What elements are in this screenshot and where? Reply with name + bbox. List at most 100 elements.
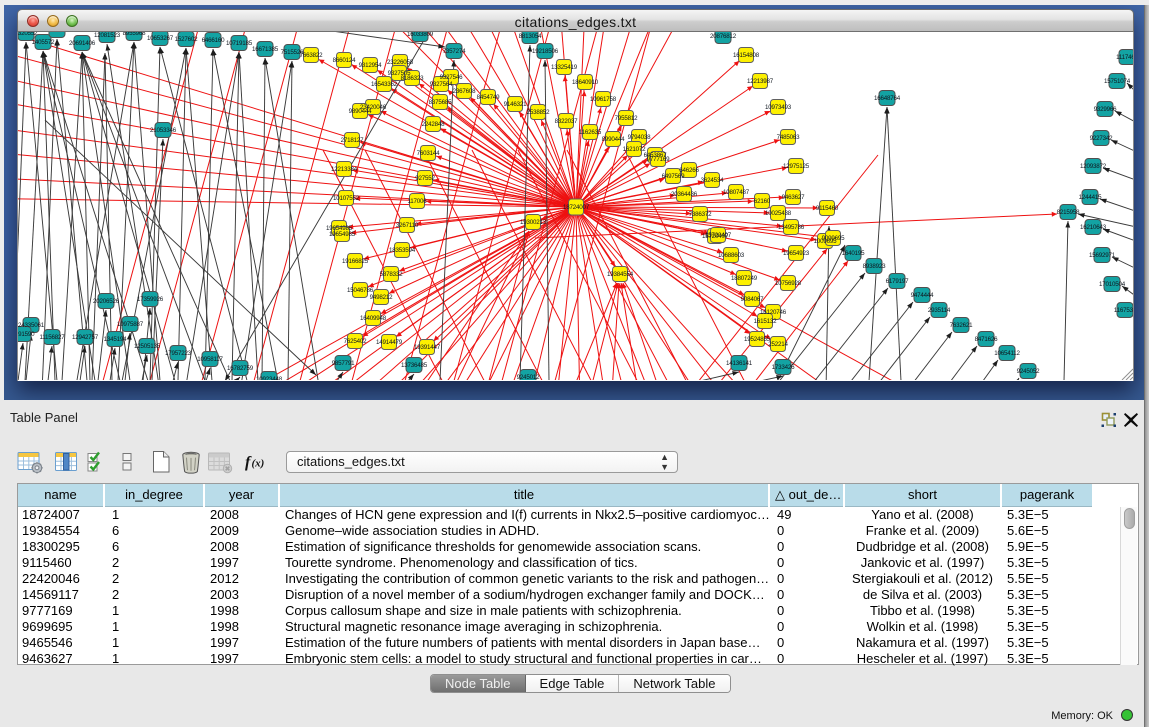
svg-text:8375685: 8375685 <box>429 99 452 106</box>
svg-text:9312954: 9312954 <box>359 62 382 69</box>
svg-text:8660124: 8660124 <box>333 57 356 64</box>
svg-text:7625402: 7625402 <box>344 338 367 345</box>
svg-text:3624534: 3624534 <box>701 177 724 184</box>
svg-text:20691406: 20691406 <box>69 40 96 47</box>
svg-text:17359926: 17359926 <box>137 296 164 303</box>
svg-text:10923448: 10923448 <box>256 376 283 380</box>
svg-text:16671385: 16671385 <box>252 46 279 53</box>
svg-text:7357274: 7357274 <box>443 48 466 55</box>
svg-text:23226058: 23226058 <box>387 59 414 66</box>
svg-text:12942757: 12942757 <box>72 334 99 341</box>
svg-text:15751074: 15751074 <box>1104 78 1131 85</box>
svg-text:2538852: 2538852 <box>527 109 550 116</box>
svg-text:927552: 927552 <box>415 175 435 182</box>
svg-text:8186323: 8186323 <box>401 75 424 82</box>
svg-text:12213384: 12213384 <box>331 166 358 173</box>
svg-text:10961758: 10961758 <box>590 96 617 103</box>
svg-text:8322037: 8322037 <box>555 118 578 125</box>
svg-text:7632621: 7632621 <box>950 322 973 329</box>
svg-text:9937140: 9937140 <box>46 32 69 34</box>
svg-text:7485063: 7485063 <box>777 134 800 141</box>
svg-text:7515526: 7515526 <box>281 49 304 56</box>
svg-text:9498212: 9498212 <box>370 294 393 301</box>
svg-text:18640910: 18640910 <box>572 79 599 86</box>
svg-text:12213987: 12213987 <box>747 78 774 85</box>
svg-text:8955968: 8955968 <box>123 32 146 37</box>
svg-text:16543362: 16543362 <box>371 81 398 88</box>
svg-text:19384554: 19384554 <box>607 271 634 278</box>
svg-text:19166825: 19166825 <box>342 258 369 265</box>
svg-text:15046786: 15046786 <box>347 287 374 294</box>
svg-text:1615132: 1615132 <box>754 318 777 325</box>
svg-text:8938923: 8938923 <box>863 263 886 270</box>
svg-text:19654923: 19654923 <box>783 250 810 257</box>
svg-text:18353594: 18353594 <box>389 247 416 254</box>
svg-text:20206526: 20206526 <box>93 298 120 305</box>
svg-text:10688603: 10688603 <box>718 252 745 259</box>
svg-text:12081523: 12081523 <box>94 32 121 39</box>
svg-text:1621072: 1621072 <box>623 146 646 153</box>
svg-text:1345194: 1345194 <box>104 336 127 343</box>
svg-text:21053346: 21053346 <box>150 127 177 134</box>
svg-text:18724007: 18724007 <box>563 204 590 211</box>
svg-text:1162635: 1162635 <box>579 129 602 136</box>
svg-text:17010504: 17010504 <box>1099 281 1126 288</box>
svg-text:9794038: 9794038 <box>628 134 651 141</box>
svg-text:10653267: 10653267 <box>147 35 174 42</box>
svg-text:9890444: 9890444 <box>349 108 372 115</box>
svg-text:13495786: 13495786 <box>778 224 805 231</box>
svg-text:11156827: 11156827 <box>39 334 65 341</box>
svg-text:9329966: 9329966 <box>1094 106 1117 113</box>
svg-text:62160: 62160 <box>754 198 771 205</box>
svg-text:12975125: 12975125 <box>783 163 810 170</box>
svg-text:14914479: 14914479 <box>376 339 403 346</box>
svg-text:117006: 117006 <box>408 198 428 205</box>
svg-text:10025438: 10025438 <box>765 210 792 217</box>
svg-text:14136141: 14136141 <box>726 360 753 367</box>
svg-text:16154808: 16154808 <box>733 52 760 59</box>
svg-text:10973493: 10973493 <box>765 104 792 111</box>
svg-text:19391447: 19391447 <box>414 344 441 351</box>
svg-text:16033809: 16033809 <box>407 32 434 38</box>
svg-text:15720407: 15720407 <box>705 232 732 239</box>
svg-text:16409948: 16409948 <box>360 315 387 322</box>
svg-text:9857791: 9857791 <box>332 360 355 367</box>
svg-text:18807249: 18807249 <box>731 275 758 282</box>
svg-text:8471626: 8471626 <box>975 336 998 343</box>
svg-text:1405572: 1405572 <box>32 39 55 46</box>
svg-text:6179197: 6179197 <box>886 278 909 285</box>
svg-text:8990444: 8990444 <box>602 136 625 143</box>
svg-text:9084067: 9084067 <box>741 296 764 303</box>
svg-text:1733426: 1733426 <box>772 364 795 371</box>
svg-text:16782759: 16782759 <box>227 365 254 372</box>
svg-text:6497569: 6497569 <box>662 173 685 180</box>
svg-text:10654112: 10654112 <box>994 350 1020 357</box>
svg-text:24335061: 24335061 <box>18 322 45 329</box>
svg-text:15692971: 15692971 <box>1089 252 1116 259</box>
svg-text:9245012: 9245012 <box>517 374 540 380</box>
svg-text:10719185: 10719185 <box>226 40 253 47</box>
svg-text:16120746: 16120746 <box>760 309 787 316</box>
svg-text:9327564: 9327564 <box>430 81 453 88</box>
svg-text:10958117: 10958117 <box>197 356 223 363</box>
svg-text:12505135: 12505135 <box>134 343 161 350</box>
svg-text:8813054: 8813054 <box>519 33 542 40</box>
svg-text:8454749: 8454749 <box>477 94 500 101</box>
svg-text:9327546: 9327546 <box>440 74 463 81</box>
svg-text:9777169: 9777169 <box>647 156 670 163</box>
svg-text:13325419: 13325419 <box>551 64 578 71</box>
svg-text:9245052: 9245052 <box>1017 368 1040 375</box>
svg-text:9227342: 9227342 <box>1090 135 1113 142</box>
svg-text:9115460: 9115460 <box>816 205 839 212</box>
svg-text:10756928: 10756928 <box>775 280 802 287</box>
svg-text:8320552: 8320552 <box>18 32 38 37</box>
svg-text:2367608: 2367608 <box>453 88 476 95</box>
svg-text:19654985: 19654985 <box>329 231 356 238</box>
svg-text:13736485: 13736485 <box>401 362 428 369</box>
svg-text:7955812: 7955812 <box>615 115 638 122</box>
svg-text:9099695: 9099695 <box>822 235 845 242</box>
svg-text:1244415: 1244415 <box>1079 194 1102 201</box>
svg-text:19218506: 19218506 <box>532 48 559 55</box>
svg-text:16648764: 16648764 <box>874 95 901 102</box>
svg-text:6466160: 6466160 <box>202 37 225 44</box>
